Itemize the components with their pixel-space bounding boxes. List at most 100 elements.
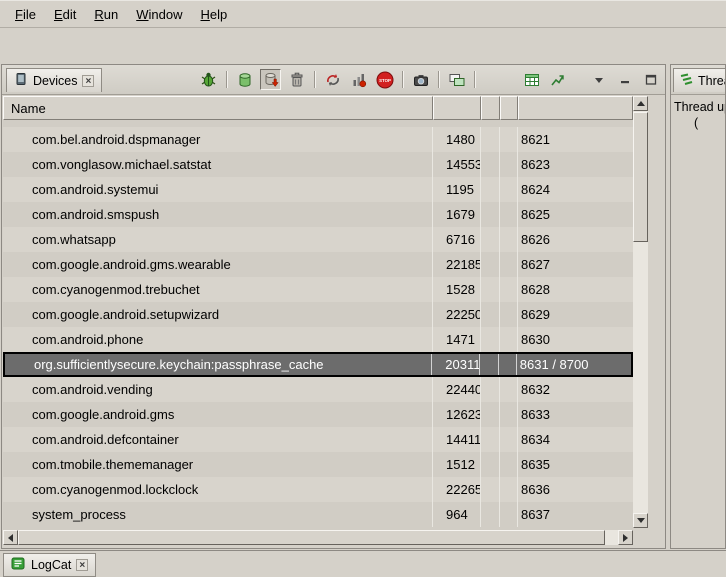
horizontal-scroll-thumb[interactable] (18, 530, 605, 545)
vertical-scroll-thumb[interactable] (633, 112, 648, 242)
tab-devices[interactable]: Devices × (6, 68, 102, 92)
table-row[interactable]: com.google.android.gms.wearable 22185 86… (3, 252, 633, 277)
arrow-up-icon (637, 101, 645, 106)
column-header-port[interactable] (518, 96, 633, 120)
device-pid-cell: 12623 (433, 402, 481, 427)
device-pid-cell: 22265 (433, 477, 481, 502)
logcat-bar: LogCat × (0, 550, 726, 577)
table-row[interactable]: com.tmobile.thememanager 1512 8635 (3, 452, 633, 477)
tab-logcat-label: LogCat (31, 558, 71, 572)
device-pid-cell: 1512 (433, 452, 481, 477)
screen-capture-icon[interactable] (410, 69, 431, 90)
toolbar-separator (226, 71, 227, 88)
scroll-left-button[interactable] (3, 530, 18, 545)
column-header-pid[interactable] (433, 96, 481, 120)
table-row[interactable]: com.bel.android.dspmanager 1480 8621 (3, 127, 633, 152)
menu-window[interactable]: Window (127, 4, 191, 25)
menu-bar: File Edit Run Window Help (0, 1, 726, 28)
device-pid-cell: 22440 (433, 377, 481, 402)
scroll-down-button[interactable] (633, 513, 648, 528)
device-cell-4 (500, 452, 518, 477)
table-header: Name (3, 96, 633, 120)
device-cell-4 (500, 402, 518, 427)
tab-devices-label: Devices (33, 74, 77, 88)
device-cell-4 (500, 427, 518, 452)
table-row[interactable]: system_process 964 8637 (3, 502, 633, 527)
device-port-cell: 8621 (518, 127, 633, 152)
table-row[interactable]: com.google.android.gms 12623 8633 (3, 402, 633, 427)
table-row[interactable]: com.cyanogenmod.lockclock 22265 8636 (3, 477, 633, 502)
cause-gc-icon[interactable] (286, 69, 307, 90)
device-pid-cell: 1528 (433, 277, 481, 302)
table-row[interactable]: com.google.android.setupwizard 22250 862… (3, 302, 633, 327)
vertical-scrollbar[interactable] (633, 96, 648, 528)
table-row[interactable]: com.android.defcontainer 14411 8634 (3, 427, 633, 452)
device-cell-4 (500, 252, 518, 277)
method-profiling-icon[interactable] (348, 69, 369, 90)
table-row[interactable]: com.whatsapp 6716 8626 (3, 227, 633, 252)
menu-run[interactable]: Run (85, 4, 127, 25)
menu-help[interactable]: Help (191, 4, 236, 25)
table-row[interactable]: com.android.phone 1471 8630 (3, 327, 633, 352)
device-port-cell: 8632 (518, 377, 633, 402)
device-pid-cell: 20311 (432, 354, 480, 375)
ddms-window: File Edit Run Window Help Devices × (0, 0, 726, 577)
arrow-right-icon (623, 534, 628, 542)
threads-view-header: Threads (671, 65, 725, 95)
hierarchy-arrow-icon[interactable] (547, 69, 568, 90)
close-devices-tab-icon[interactable]: × (82, 75, 94, 87)
device-pid-cell: 1480 (433, 127, 481, 152)
tab-logcat[interactable]: LogCat × (3, 553, 96, 577)
tab-threads-label: Threads (698, 74, 726, 88)
device-cell-3 (481, 427, 500, 452)
table-row[interactable]: com.android.vending 22440 8632 (3, 377, 633, 402)
table-row[interactable]: com.android.systemui 1195 8624 (3, 177, 633, 202)
update-threads-icon[interactable] (322, 69, 343, 90)
device-cell-4 (500, 327, 518, 352)
minimize-icon[interactable] (614, 69, 635, 90)
update-heap-icon[interactable] (234, 69, 255, 90)
device-cell-4 (500, 477, 518, 502)
close-logcat-tab-icon[interactable]: × (76, 559, 88, 571)
stop-process-icon[interactable]: STOP (374, 69, 395, 90)
device-cell-3 (481, 152, 500, 177)
device-pid-cell: 1471 (433, 327, 481, 352)
device-cell-3 (481, 377, 500, 402)
ui-screens-icon[interactable] (446, 69, 467, 90)
device-name-cell: com.android.phone (3, 327, 433, 352)
device-port-cell: 8630 (518, 327, 633, 352)
device-cell-4 (500, 177, 518, 202)
device-name-cell: org.sufficientlysecure.keychain:passphra… (5, 354, 432, 375)
device-pid-cell: 1679 (433, 202, 481, 227)
tab-threads[interactable]: Threads (673, 68, 726, 92)
device-cell-3 (481, 477, 500, 502)
table-row[interactable]: com.android.smspush 1679 8625 (3, 202, 633, 227)
device-cell-3 (481, 252, 500, 277)
table-row[interactable]: com.cyanogenmod.trebuchet 1528 8628 (3, 277, 633, 302)
device-name-cell: com.cyanogenmod.lockclock (3, 477, 433, 502)
devices-table-icon[interactable] (521, 69, 542, 90)
maximize-icon[interactable] (640, 69, 661, 90)
device-name-cell: com.vonglasow.michael.satstat (3, 152, 433, 177)
device-name-cell: com.cyanogenmod.trebuchet (3, 277, 433, 302)
device-name-cell: com.google.android.gms (3, 402, 433, 427)
scroll-right-button[interactable] (618, 530, 633, 545)
debug-process-icon[interactable] (198, 69, 219, 90)
view-menu-icon[interactable] (588, 69, 609, 90)
scroll-up-button[interactable] (633, 96, 648, 111)
column-header-3[interactable] (481, 96, 500, 120)
column-header-4[interactable] (500, 96, 518, 120)
device-table-body: com.bel.android.dspmanager 1480 8621 com… (3, 120, 633, 535)
menu-file[interactable]: File (6, 4, 45, 25)
table-row[interactable]: com.vonglasow.michael.satstat 14553 8623 (3, 152, 633, 177)
horizontal-scrollbar[interactable] (3, 530, 633, 545)
device-name-cell: system_process (3, 502, 433, 527)
device-cell-3 (481, 327, 500, 352)
dump-hprof-icon[interactable] (260, 69, 281, 90)
column-header-name[interactable]: Name (3, 96, 433, 120)
device-cell-4 (500, 152, 518, 177)
menu-edit[interactable]: Edit (45, 4, 85, 25)
table-row[interactable]: org.sufficientlysecure.keychain:passphra… (3, 352, 633, 377)
device-pid-cell: 22250 (433, 302, 481, 327)
device-name-cell: com.google.android.gms.wearable (3, 252, 433, 277)
